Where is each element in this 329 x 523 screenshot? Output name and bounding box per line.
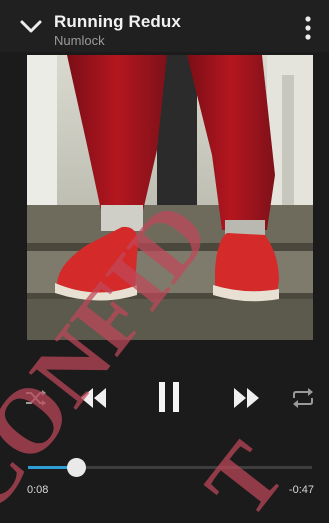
album-art — [27, 55, 313, 340]
now-playing-header: Running Redux Numlock — [0, 0, 329, 52]
more-vertical-icon[interactable] — [301, 14, 315, 42]
repeat-icon[interactable] — [291, 388, 315, 408]
playback-controls — [0, 370, 329, 430]
seek-thumb[interactable] — [67, 458, 87, 477]
fast-forward-icon[interactable] — [233, 386, 260, 410]
shuffle-icon[interactable] — [25, 389, 47, 407]
elapsed-time: 0:08 — [27, 484, 49, 496]
rewind-icon[interactable] — [80, 386, 107, 410]
seek-bar[interactable] — [28, 458, 312, 477]
artist-name: Numlock — [54, 33, 105, 48]
chevron-down-icon[interactable] — [18, 16, 44, 36]
pause-icon[interactable] — [158, 381, 180, 413]
remaining-time: -0:47 — [288, 484, 314, 496]
track-title: Running Redux — [54, 12, 181, 31]
